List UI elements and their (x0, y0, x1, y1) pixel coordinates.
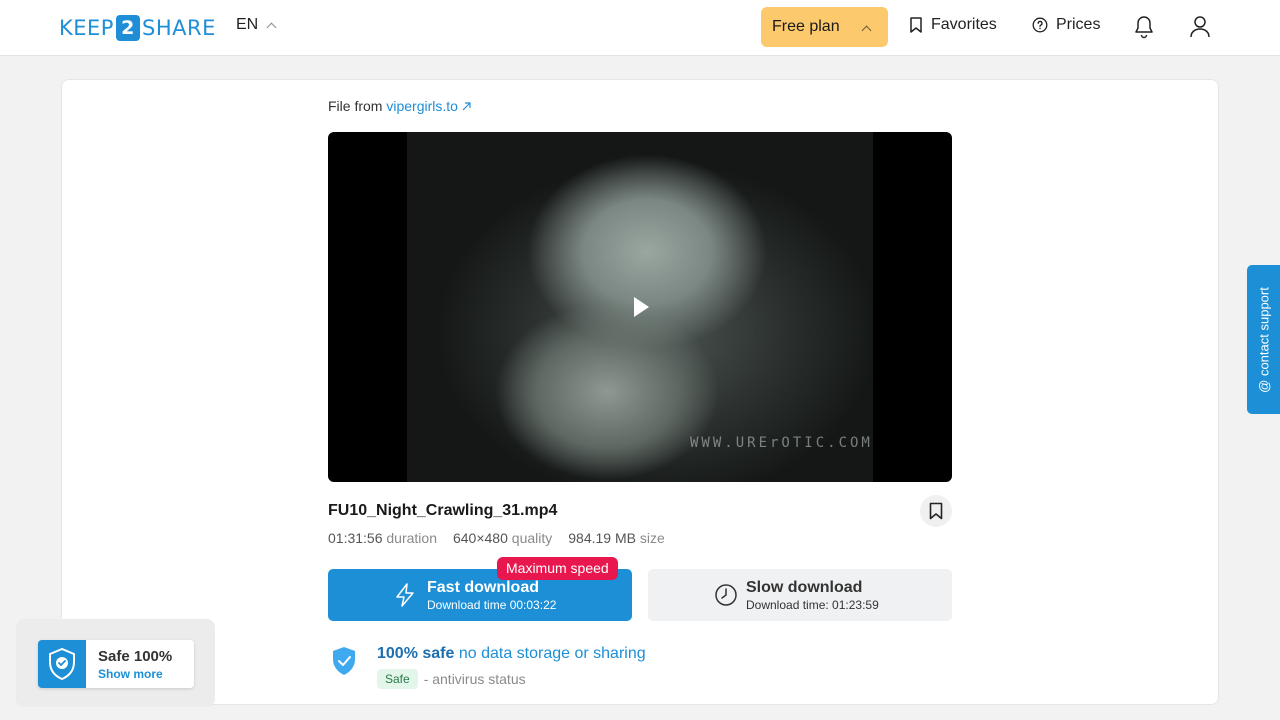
file-size: 984.19 MB size (568, 530, 665, 546)
file-duration: 01:31:56 duration (328, 530, 437, 546)
clock-icon (715, 584, 737, 606)
account-button[interactable] (1189, 15, 1211, 44)
help-circle-icon (1032, 17, 1048, 33)
fast-download-title: Fast download (427, 579, 539, 596)
antivirus-status-label: - antivirus status (423, 671, 526, 687)
language-label: EN (236, 16, 259, 33)
video-watermark: WWW.URErOTIC.COM (690, 435, 873, 451)
slow-download-title: Slow download (746, 579, 863, 596)
bookmark-icon (929, 502, 943, 520)
external-link-icon (462, 102, 471, 111)
antivirus-status: Safe - antivirus status (377, 669, 526, 689)
slow-download-time: Download time: 01:23:59 (746, 598, 879, 612)
chevron-up-icon (266, 22, 277, 32)
safety-detail: no data storage or sharing (458, 645, 646, 662)
lightning-icon (396, 583, 414, 607)
play-icon[interactable] (634, 297, 649, 317)
contact-support-label: @ contact support (1256, 286, 1271, 393)
file-name: FU10_Night_Crawling_31.mp4 (328, 502, 558, 519)
bell-icon (1135, 16, 1153, 39)
show-more-link[interactable]: Show more (98, 667, 163, 681)
prices-link[interactable]: Prices (1032, 16, 1100, 34)
top-header: KEEP 2 SHARE EN Free plan Favorites Pric… (0, 0, 1280, 56)
logo-text-keep: KEEP (59, 16, 114, 40)
prices-label: Prices (1056, 16, 1101, 33)
bookmark-icon (910, 17, 922, 33)
safety-strong: 100% safe (377, 645, 455, 662)
bookmark-button[interactable] (920, 495, 952, 527)
safe-badge: Safe (377, 669, 418, 689)
safe-widget-icon-box (38, 640, 86, 688)
file-quality: 640×480 quality (452, 530, 553, 546)
keep2share-logo[interactable]: KEEP 2 SHARE (59, 14, 216, 42)
language-selector[interactable]: EN (236, 16, 277, 34)
slow-download-button[interactable]: Slow download Download time: 01:23:59 (648, 569, 952, 621)
favorites-label: Favorites (931, 16, 997, 33)
shield-check-icon (333, 647, 355, 675)
video-player[interactable]: WWW.URErOTIC.COM (328, 132, 952, 482)
fast-download-time: Download time 00:03:22 (427, 598, 557, 612)
file-meta: 01:31:56 duration 640×480 quality 984.19… (328, 530, 665, 546)
maximum-speed-badge: Maximum speed (497, 557, 618, 580)
safe-widget[interactable]: Safe 100% Show more (38, 640, 194, 688)
source-link[interactable]: vipergirls.to (386, 98, 471, 114)
chevron-up-icon (861, 25, 872, 36)
contact-support-tab[interactable]: @ contact support (1247, 265, 1280, 414)
source-prefix: File from (328, 98, 383, 114)
logo-text-share: SHARE (141, 16, 216, 40)
shield-check-icon (49, 648, 75, 680)
free-plan-label: Free plan (772, 18, 840, 35)
file-source: File from vipergirls.to (328, 98, 471, 114)
safety-text: 100% safe no data storage or sharing (377, 645, 646, 663)
logo-text-2: 2 (115, 15, 140, 41)
free-plan-button[interactable]: Free plan (761, 7, 888, 47)
user-icon (1190, 16, 1210, 38)
safe-widget-title: Safe 100% (98, 648, 173, 665)
notifications-button[interactable] (1133, 15, 1155, 44)
favorites-link[interactable]: Favorites (909, 16, 997, 34)
